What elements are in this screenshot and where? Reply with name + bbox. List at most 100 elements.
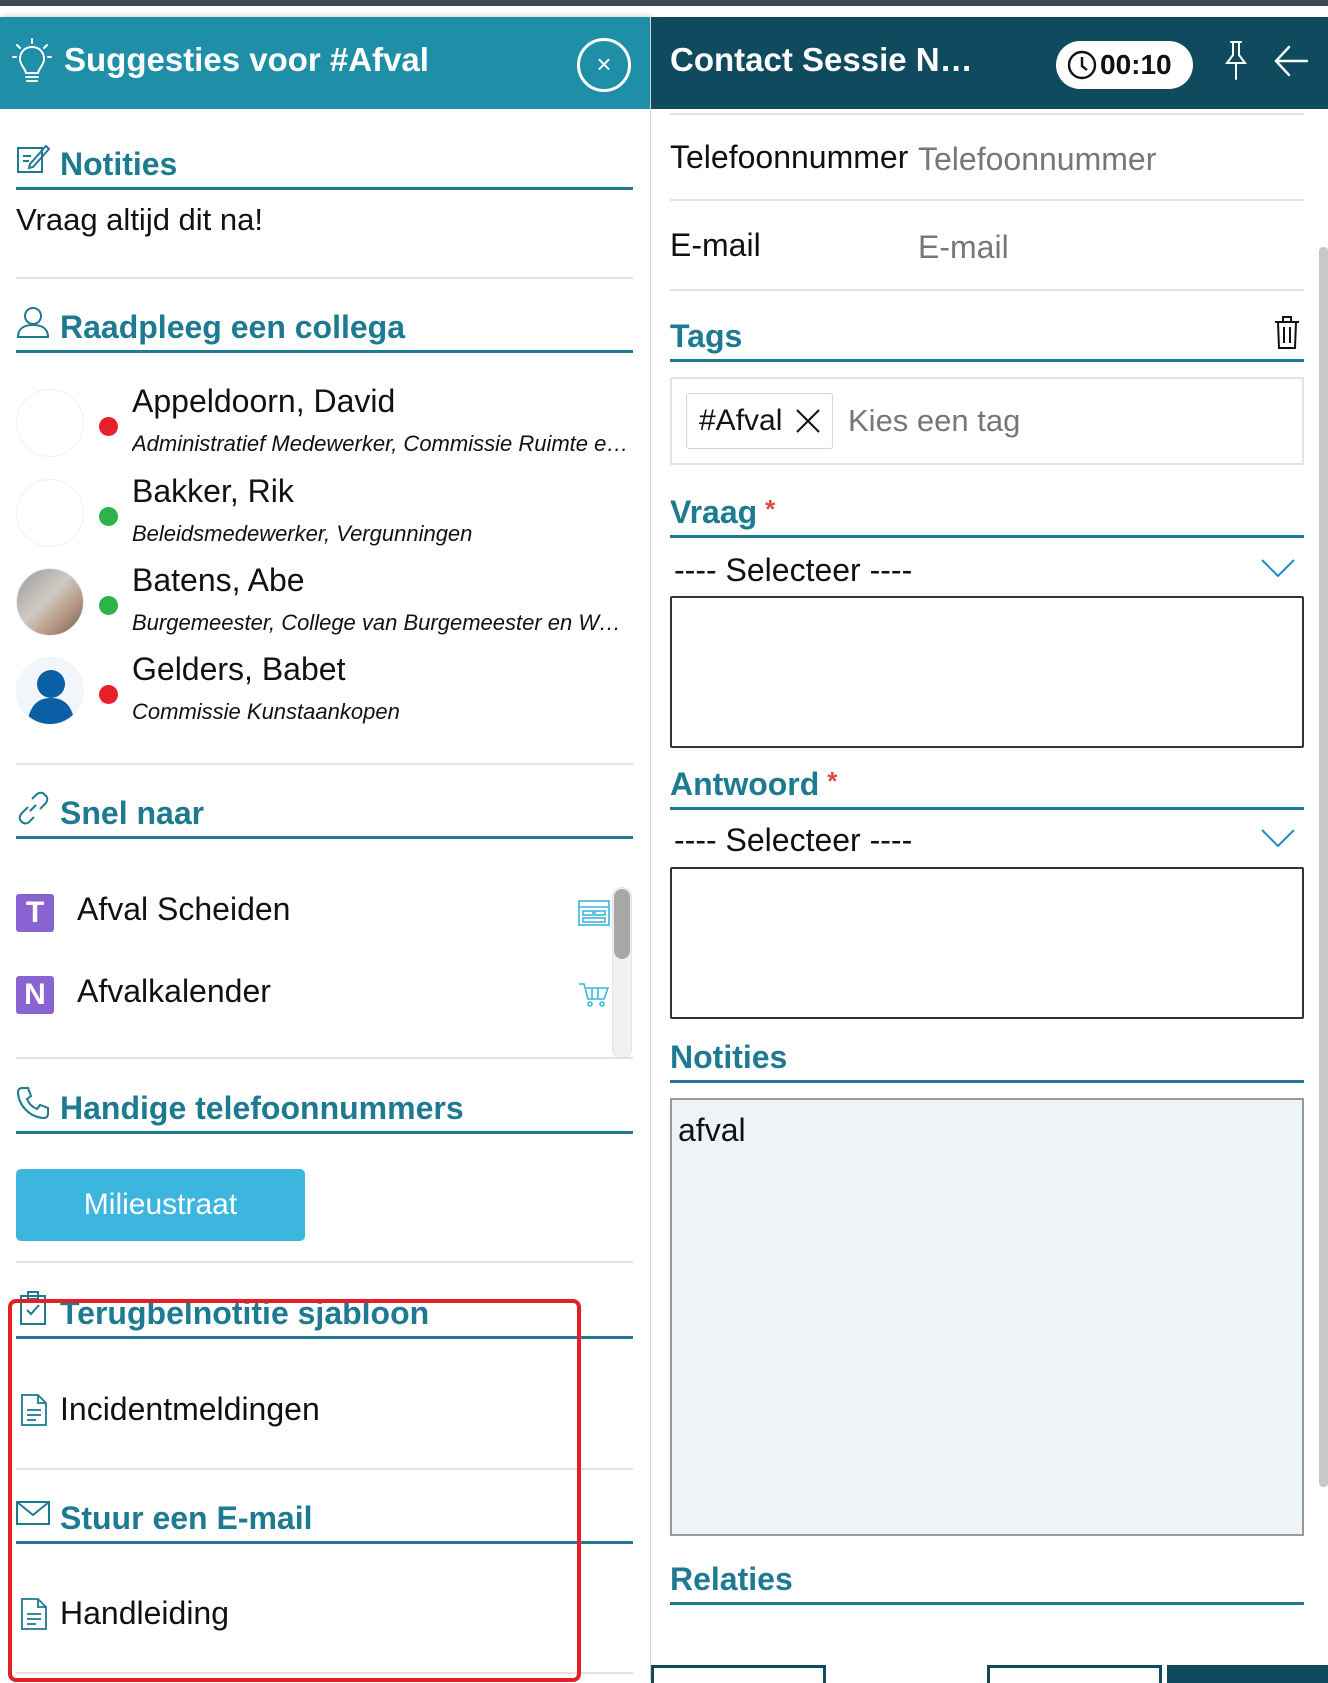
email-input[interactable]: E-mail xyxy=(918,229,1298,266)
colleague-name: Batens, Abe xyxy=(132,562,305,598)
quicklinks-heading: Snel naar xyxy=(60,795,205,831)
colleague-item[interactable]: Bakker, Rik Beleidsmedewerker, Vergunnin… xyxy=(16,469,636,559)
contact-session-panel: Contact Sessie N… 00:10 Telefoonnummer T… xyxy=(651,17,1328,1683)
link-icon xyxy=(18,791,49,825)
status-indicator xyxy=(99,596,118,615)
required-marker: * xyxy=(827,766,838,796)
status-indicator xyxy=(99,685,118,704)
antwoord-heading-text: Antwoord xyxy=(670,766,820,802)
quicklink-afval-scheiden[interactable]: T Afval Scheiden xyxy=(16,887,616,937)
tags-section-header: Tags xyxy=(670,314,1304,362)
edit-note-icon xyxy=(17,144,50,173)
highlight-annotation xyxy=(8,1299,581,1682)
antwoord-select-value: ---- Selecteer ---- xyxy=(674,822,913,858)
suggestions-panel: Suggesties voor #Afval × Notities Vraag … xyxy=(0,17,650,1683)
divider xyxy=(16,277,633,279)
back-arrow-icon[interactable] xyxy=(1273,41,1309,81)
trash-icon[interactable] xyxy=(1274,316,1300,350)
colleague-role: Commissie Kunstaankopen xyxy=(132,699,400,724)
bottom-tab[interactable] xyxy=(987,1665,1162,1683)
avatar xyxy=(16,389,84,457)
bottom-tab[interactable] xyxy=(651,1665,826,1683)
pin-icon[interactable] xyxy=(1221,39,1251,81)
colleague-heading: Raadpleeg een collega xyxy=(60,309,406,345)
vraag-select[interactable]: ---- Selecteer ---- xyxy=(670,544,1304,594)
type-badge: T xyxy=(16,894,54,932)
phone-label: Telefoonnummer xyxy=(670,139,909,175)
notities-textarea[interactable]: afval xyxy=(670,1098,1304,1536)
tag-search-placeholder[interactable]: Kies een tag xyxy=(848,403,1020,439)
silhouette-icon xyxy=(17,658,83,724)
colleague-item[interactable]: Gelders, Babet Commissie Kunstaankopen xyxy=(16,647,636,737)
quicklinks-scrollbar-thumb[interactable] xyxy=(614,889,630,959)
divider xyxy=(16,763,633,765)
notities-section-header: Notities xyxy=(16,140,633,190)
suggestions-header: Suggesties voor #Afval × xyxy=(0,17,650,109)
bottom-tab[interactable] xyxy=(1167,1665,1328,1683)
relaties-heading: Relaties xyxy=(670,1561,793,1597)
antwoord-section-header: Antwoord * xyxy=(670,762,1304,810)
status-indicator xyxy=(99,507,118,526)
colleague-item[interactable]: Batens, Abe Burgemeester, College van Bu… xyxy=(16,558,636,648)
notities-section-header: Notities xyxy=(670,1035,1304,1083)
close-button[interactable]: × xyxy=(577,38,631,92)
notities-heading: Notities xyxy=(670,1039,788,1075)
chevron-down-icon xyxy=(1261,559,1295,578)
colleague-role: Administratief Medewerker, Commissie Rui… xyxy=(132,431,632,456)
person-icon xyxy=(16,307,50,338)
contact-session-header: Contact Sessie N… 00:10 xyxy=(651,17,1328,109)
avatar xyxy=(16,479,84,547)
divider xyxy=(16,1261,633,1263)
notities-value: afval xyxy=(678,1112,746,1148)
quicklink-afvalkalender[interactable]: N Afvalkalender xyxy=(16,969,616,1019)
antwoord-textarea[interactable] xyxy=(670,867,1304,1019)
phonenumbers-section-header: Handige telefoonnummers xyxy=(16,1084,633,1134)
notities-text: Vraag altijd dit na! xyxy=(16,202,264,237)
relaties-section-header: Relaties xyxy=(670,1557,1304,1605)
timer-value: 00:10 xyxy=(1100,49,1172,80)
lightbulb-icon xyxy=(12,38,52,82)
phone-icon xyxy=(16,1087,49,1120)
colleague-section-header: Raadpleeg een collega xyxy=(16,303,633,353)
colleague-name: Appeldoorn, David xyxy=(132,383,396,419)
colleague-role: Burgemeester, College van Burgemeester e… xyxy=(132,610,632,635)
suggestions-title: Suggesties voor #Afval xyxy=(64,41,429,78)
email-label: E-mail xyxy=(670,227,761,263)
vraag-heading: Vraag * xyxy=(670,494,775,531)
avatar xyxy=(16,657,84,725)
status-indicator xyxy=(99,417,118,436)
quicklink-label: Afval Scheiden xyxy=(77,891,291,927)
tag-chip[interactable]: #Afval xyxy=(686,393,833,449)
panel-scrollbar[interactable] xyxy=(1319,247,1328,1487)
vraag-heading-text: Vraag xyxy=(670,494,758,530)
avatar xyxy=(16,568,84,636)
remove-tag-icon[interactable] xyxy=(795,408,821,434)
quicklinks-section-header: Snel naar xyxy=(16,789,633,839)
phone-input[interactable]: Telefoonnummer xyxy=(918,141,1298,178)
required-marker: * xyxy=(765,494,776,524)
vraag-textarea[interactable] xyxy=(670,596,1304,748)
divider xyxy=(16,1057,633,1059)
window-top-strip xyxy=(0,0,1328,6)
colleague-role: Beleidsmedewerker, Vergunningen xyxy=(132,521,473,546)
notities-heading: Notities xyxy=(60,146,178,182)
colleague-name: Gelders, Babet xyxy=(132,651,346,687)
form-icon[interactable] xyxy=(578,899,610,927)
tag-chip-label: #Afval xyxy=(699,404,783,437)
quicklink-label: Afvalkalender xyxy=(77,973,271,1009)
antwoord-heading: Antwoord * xyxy=(670,766,837,803)
antwoord-select[interactable]: ---- Selecteer ---- xyxy=(670,814,1304,864)
contact-session-title: Contact Sessie N… xyxy=(670,41,973,78)
phone-field-row: Telefoonnummer Telefoonnummer xyxy=(670,113,1304,201)
colleague-name: Bakker, Rik xyxy=(132,473,294,509)
tags-heading: Tags xyxy=(670,318,743,354)
tags-input[interactable]: #Afval Kies een tag xyxy=(670,377,1304,465)
type-badge: N xyxy=(16,976,54,1014)
milieustraat-button[interactable]: Milieustraat xyxy=(16,1169,305,1241)
phonenumbers-heading: Handige telefoonnummers xyxy=(60,1090,464,1126)
session-timer: 00:10 xyxy=(1056,41,1193,89)
colleague-item[interactable]: Appeldoorn, David Administratief Medewer… xyxy=(16,379,636,469)
vraag-select-value: ---- Selecteer ---- xyxy=(674,552,913,588)
cart-icon[interactable] xyxy=(578,981,610,1009)
email-field-row: E-mail E-mail xyxy=(670,203,1304,291)
